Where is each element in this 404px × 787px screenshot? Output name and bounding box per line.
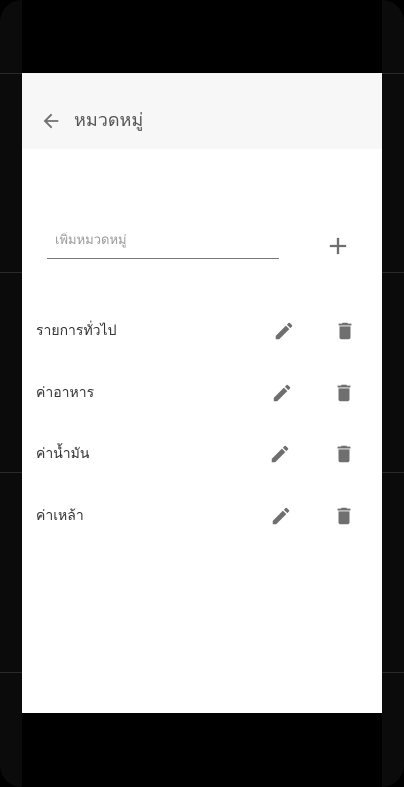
edit-button[interactable] (270, 317, 298, 345)
edit-button[interactable] (268, 379, 296, 407)
left-bezel (0, 0, 22, 787)
delete-button[interactable] (330, 502, 358, 530)
pencil-icon (275, 322, 293, 340)
category-label: ค่าอาหาร (36, 385, 95, 401)
list-item: ค่าเหล้า (22, 496, 382, 536)
category-label: รายการทั่วไป (36, 323, 117, 339)
trash-icon (337, 507, 351, 525)
bezel-divider (0, 73, 22, 74)
trash-icon (338, 322, 352, 340)
add-category-button[interactable] (322, 230, 354, 262)
list-item: ค่าน้ำมัน (22, 434, 382, 474)
category-label: ค่าเหล้า (36, 508, 84, 524)
category-label: ค่าน้ำมัน (36, 446, 90, 462)
bezel-divider (382, 272, 404, 273)
app-screen: หมวดหมู่ รายการทั่วไป ค่าอาหา (22, 73, 382, 713)
page-title: หมวดหมู่ (74, 110, 144, 131)
bezel-divider (0, 472, 22, 473)
list-item: รายการทั่วไป (22, 311, 382, 351)
pencil-icon (273, 384, 291, 402)
bezel-divider (0, 272, 22, 273)
right-bezel (382, 0, 404, 787)
trash-icon (337, 445, 351, 463)
arrow-left-icon (43, 113, 59, 129)
app-bar: หมวดหมู่ (22, 73, 382, 149)
add-category-input[interactable] (53, 232, 277, 249)
edit-button[interactable] (267, 502, 295, 530)
bezel-divider (382, 672, 404, 673)
plus-icon (329, 237, 347, 255)
device-frame: หมวดหมู่ รายการทั่วไป ค่าอาหา (0, 0, 404, 787)
back-button[interactable] (38, 108, 64, 134)
trash-icon (337, 384, 351, 402)
list-item: ค่าอาหาร (22, 373, 382, 413)
delete-button[interactable] (330, 440, 358, 468)
bezel-divider (382, 472, 404, 473)
add-category-field (47, 228, 279, 259)
edit-button[interactable] (266, 440, 294, 468)
delete-button[interactable] (330, 379, 358, 407)
bezel-divider (0, 672, 22, 673)
bezel-divider (382, 73, 404, 74)
pencil-icon (272, 507, 290, 525)
pencil-icon (271, 445, 289, 463)
delete-button[interactable] (331, 317, 359, 345)
